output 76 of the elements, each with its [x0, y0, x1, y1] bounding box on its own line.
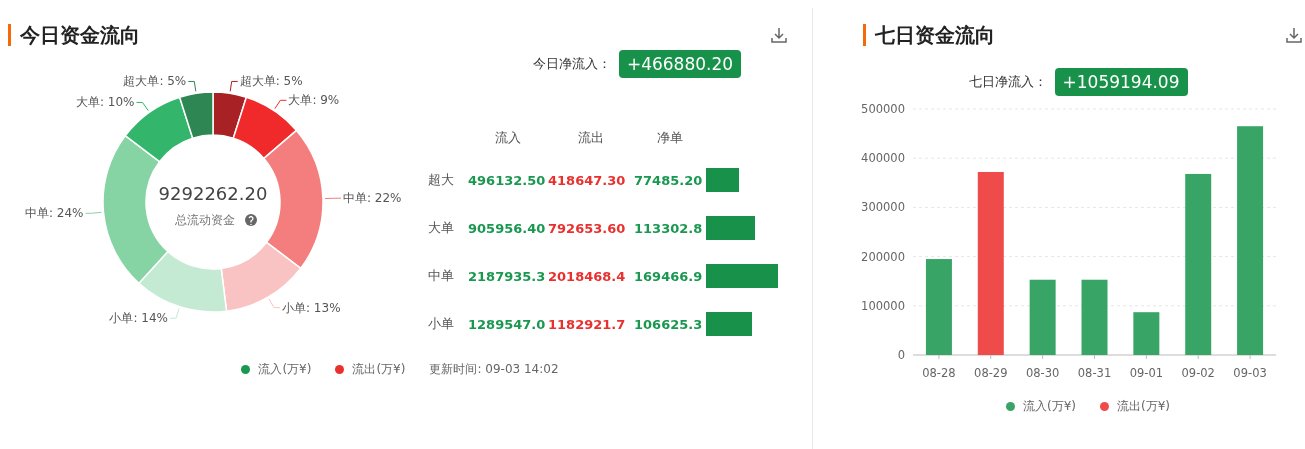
bar[interactable]	[977, 172, 1004, 355]
panel-title: 七日资金流向	[863, 24, 995, 46]
bar[interactable]	[1029, 279, 1056, 355]
bar[interactable]	[1237, 126, 1264, 355]
leader-line	[187, 80, 197, 92]
inflow-value: 905956.40	[468, 221, 546, 236]
bar[interactable]	[1133, 312, 1160, 355]
net-value: 169466.9	[634, 269, 703, 284]
axis-label: 100000	[861, 298, 905, 313]
download-icon[interactable]	[770, 26, 788, 44]
axis-label: 0	[897, 348, 905, 362]
legend-label: 流入(万¥)	[1023, 398, 1076, 415]
axis-label: 09-03	[1233, 366, 1267, 380]
inflow-value: 1289547.0	[468, 317, 546, 332]
update-time: 更新时间: 09-03 14:02	[429, 361, 559, 378]
help-icon[interactable]	[245, 214, 257, 226]
bar[interactable]	[1081, 279, 1108, 355]
axis-label: 08-31	[1077, 366, 1112, 380]
column-header: 流出	[577, 129, 605, 147]
outflow-value: 792653.60	[548, 221, 626, 236]
net-value: 77485.20	[634, 173, 703, 188]
axis-label: 09-01	[1129, 366, 1164, 380]
outflow-value: 418647.30	[548, 173, 626, 188]
leader-line	[324, 197, 342, 200]
leader-line	[136, 101, 149, 112]
column-header: 净单	[656, 129, 684, 147]
net-bar	[706, 168, 740, 192]
leader-line	[169, 308, 180, 319]
outflow-value: 2018468.4	[548, 269, 626, 284]
leader-line	[229, 80, 239, 92]
column-header: 流入	[494, 129, 522, 147]
net-value: 113302.8	[634, 221, 703, 236]
legend-label: 流入(万¥)	[258, 361, 312, 378]
axis-label: 09-02	[1181, 366, 1215, 380]
slice-label: 中单: 22%	[342, 191, 402, 206]
leader-line	[85, 211, 102, 214]
bar[interactable]	[925, 259, 952, 355]
total-label: 总流动资金	[175, 213, 235, 227]
axis-label: 400000	[861, 151, 905, 166]
net-inflow-value: +1059194.09	[1054, 68, 1188, 96]
axis-label: 200000	[861, 249, 905, 264]
axis-label: 500000	[861, 102, 905, 116]
leader-line	[274, 99, 287, 110]
leader-line	[268, 298, 281, 309]
net-value: 106625.3	[634, 317, 703, 332]
net-inflow-value: +466880.20	[618, 50, 742, 78]
net-inflow-label: 七日净流入：	[968, 73, 1047, 92]
bar[interactable]	[1185, 173, 1212, 355]
axis-label: 08-29	[974, 366, 1008, 380]
total-value: 9292262.20	[158, 183, 268, 204]
slice-label: 超大单: 5%	[239, 74, 303, 89]
panel-title: 今日资金流向	[8, 24, 140, 46]
donut-slice[interactable]	[178, 91, 214, 139]
slice-label: 超大单: 5%	[123, 74, 187, 89]
slice-label: 大单: 9%	[288, 93, 340, 108]
row-label: 超大	[428, 171, 455, 189]
outflow-value: 1182921.7	[548, 317, 626, 332]
axis-label: 08-30	[1025, 366, 1060, 380]
slice-label: 小单: 13%	[282, 300, 341, 315]
net-inflow-label: 今日净流入：	[532, 55, 611, 74]
row-label: 大单	[428, 219, 455, 237]
slice-label: 小单: 14%	[109, 311, 168, 326]
inflow-value: 496132.50	[468, 173, 546, 188]
download-icon[interactable]	[1285, 26, 1303, 44]
axis-label: 300000	[861, 200, 905, 215]
row-label: 中单	[428, 267, 455, 285]
net-bar	[706, 264, 778, 288]
row-label: 小单	[428, 315, 455, 333]
net-bar	[706, 216, 755, 240]
slice-label: 大单: 10%	[76, 95, 135, 110]
slice-label: 中单: 24%	[25, 206, 84, 221]
net-bar	[706, 312, 753, 336]
legend-label: 流出(万¥)	[352, 361, 406, 378]
inflow-value: 2187935.3	[468, 269, 546, 284]
legend-label: 流出(万¥)	[1117, 398, 1170, 415]
axis-label: 08-28	[922, 366, 956, 380]
